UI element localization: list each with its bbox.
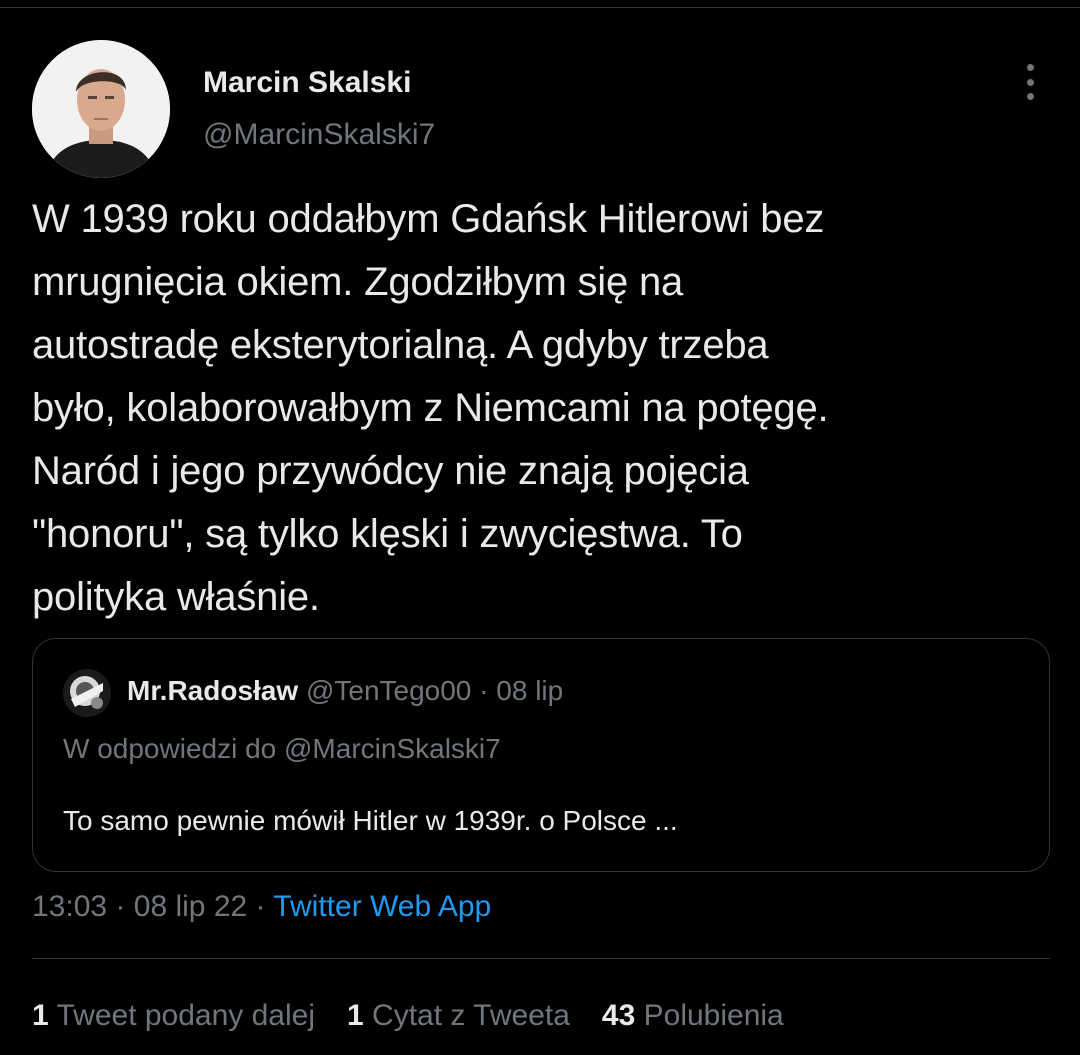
top-divider — [0, 7, 1080, 8]
quoted-reply-context: W odpowiedzi do @MarcinSkalski7 — [63, 733, 501, 764]
quoted-author-handle[interactable]: @TenTego00 — [306, 675, 471, 706]
tweet-source-link[interactable]: Twitter Web App — [273, 890, 491, 923]
quoted-tweet-header: Mr.Radosław @TenTego00 · 08 lip — [127, 675, 563, 707]
quoted-tweet-card[interactable]: Mr.Radosław @TenTego00 · 08 lip W odpowi… — [32, 638, 1050, 872]
tweet-detail-page: Marcin Skalski @MarcinSkalski7 W 1939 ro… — [0, 0, 1080, 1055]
stats-divider — [32, 958, 1050, 959]
author-avatar-image — [32, 40, 170, 178]
likes-stat[interactable]: 43 Polubienia — [602, 999, 784, 1033]
quoted-author-name[interactable]: Mr.Radosław — [127, 675, 298, 706]
tweet-time[interactable]: 13:03 — [32, 890, 107, 923]
separator-dot: · — [479, 675, 489, 706]
separator-dot: · — [255, 890, 266, 923]
tweet-date[interactable]: 08 lip 22 — [134, 890, 247, 923]
likes-label: Polubienia — [643, 999, 784, 1032]
likes-count: 43 — [601, 999, 636, 1032]
quotes-count: 1 — [347, 999, 364, 1032]
quoted-tweet-date: 08 lip — [496, 675, 564, 706]
quotes-stat[interactable]: 1 Cytat z Tweeta — [347, 999, 570, 1033]
tweet-text: W 1939 roku oddałbym Gdańsk Hitlerowi be… — [32, 197, 829, 619]
tweet-stats: 1 Tweet podany dalej 1 Cytat z Tweeta 43… — [32, 999, 784, 1033]
more-dot — [1026, 64, 1034, 71]
tweet-timestamp-row: 13:03 · 08 lip 22 · Twitter Web App — [32, 890, 491, 924]
more-dot — [1026, 78, 1034, 86]
quoted-author-avatar[interactable] — [63, 669, 111, 717]
author-avatar[interactable] — [32, 40, 170, 178]
quoted-author-avatar-image — [63, 669, 111, 717]
retweets-count: 1 — [32, 999, 49, 1032]
more-vertical-icon[interactable] — [1012, 62, 1048, 102]
separator-dot: · — [115, 890, 126, 923]
retweets-label: Tweet podany dalej — [56, 999, 315, 1032]
quotes-label: Cytat z Tweeta — [372, 999, 570, 1032]
author-name[interactable]: Marcin Skalski — [203, 66, 411, 100]
quoted-tweet-text: To samo pewnie mówił Hitler w 1939r. o P… — [63, 805, 678, 836]
author-handle[interactable]: @MarcinSkalski7 — [203, 118, 435, 152]
more-dot — [1026, 93, 1034, 100]
retweets-stat[interactable]: 1 Tweet podany dalej — [32, 999, 315, 1033]
